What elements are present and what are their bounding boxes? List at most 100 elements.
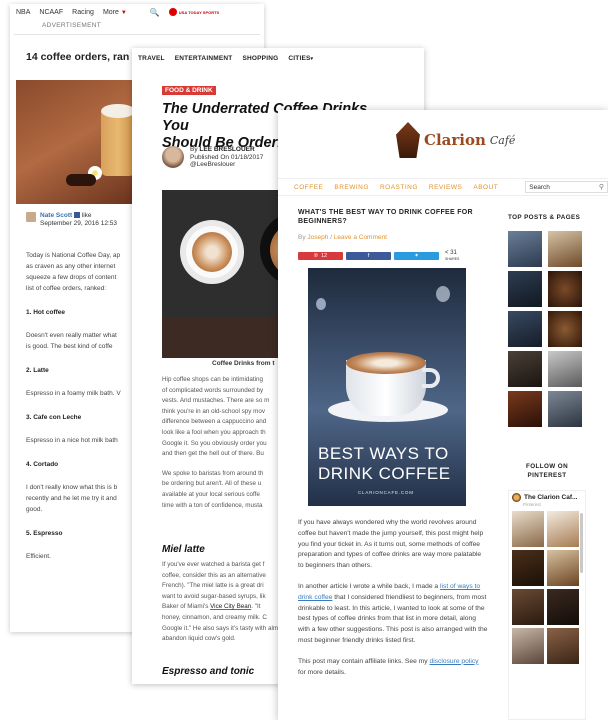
- menu-item-roasting[interactable]: ROASTING: [380, 184, 418, 191]
- article-body: Hip coffee shops can be intimidating of …: [162, 375, 282, 511]
- menu-item-coffee[interactable]: COFFEE: [294, 184, 323, 191]
- logo-name: Clarion: [424, 131, 486, 149]
- post-thumbnail[interactable]: [548, 391, 582, 427]
- hero-image-best-ways: BEST WAYS TO DRINK COFFEE CLARIONCAFE.CO…: [308, 268, 466, 506]
- nav-item-more[interactable]: More ▼: [103, 9, 127, 16]
- top-posts-grid: [508, 231, 586, 427]
- section-heading: Espresso and tonic: [162, 666, 255, 677]
- vice-city-bean-link[interactable]: Vice City Bean: [210, 603, 251, 610]
- coffee-glass: [101, 110, 135, 176]
- post-thumbnail[interactable]: [508, 311, 542, 347]
- bokeh-light: [436, 286, 450, 302]
- share-count: < 31 SHARES: [445, 250, 459, 262]
- pinterest-widget[interactable]: The Clarion Caf... Pinterest: [508, 490, 586, 720]
- like-label[interactable]: like: [82, 212, 92, 219]
- pinterest-profile-name: The Clarion Caf...: [524, 494, 578, 501]
- text-line: of complicated words surrounded by: [162, 386, 264, 394]
- heading-line: PINTEREST: [527, 472, 567, 479]
- image-caption: Coffee Drinks from t: [212, 360, 275, 367]
- text-line: difference between a cappuccino and: [162, 418, 267, 426]
- nav-item-cities[interactable]: CITIES▾: [288, 55, 313, 62]
- search-icon[interactable]: 🔍: [150, 8, 160, 17]
- paragraph: If you have always wondered why the worl…: [298, 519, 484, 570]
- post-thumbnail[interactable]: [548, 311, 582, 347]
- post-thumbnail[interactable]: [508, 391, 542, 427]
- by-label: By: [190, 146, 198, 153]
- pinterest-share-button[interactable]: ℗ 12: [298, 252, 343, 260]
- heading-line: FOLLOW ON: [525, 463, 569, 470]
- category-badge[interactable]: FOOD & DRINK: [162, 86, 216, 95]
- post-thumbnail[interactable]: [548, 231, 582, 267]
- pin-tile[interactable]: [512, 628, 544, 664]
- chevron-down-icon: ▾: [310, 55, 314, 62]
- article-body: If you have always wondered why the worl…: [298, 518, 488, 678]
- main-menu: COFFEE BREWING ROASTING REVIEWS ABOUT Se…: [278, 178, 608, 196]
- nav-item-shopping[interactable]: SHOPPING: [242, 55, 278, 62]
- text-line: abandon liquid cow's gold.: [162, 635, 236, 643]
- menu-item-brewing[interactable]: BREWING: [334, 184, 369, 191]
- pin-tile[interactable]: [512, 550, 544, 586]
- post-title: WHAT'S THE BEST WAY TO DRINK COFFEE FOR …: [298, 209, 473, 225]
- share-bar: ℗ 12 f ✦ < 31 SHARES: [298, 250, 459, 262]
- hero-url: CLARIONCAFE.COM: [358, 490, 414, 495]
- widget-scrollbar[interactable]: [580, 513, 583, 573]
- post-thumbnail[interactable]: [508, 231, 542, 267]
- search-input[interactable]: Search ⚲: [525, 181, 608, 193]
- pinterest-heading: FOLLOW ON PINTEREST: [508, 462, 586, 480]
- pin-tile[interactable]: [512, 511, 544, 547]
- site-logo[interactable]: USA TODAY SPORTS: [168, 8, 219, 16]
- post-thumbnail[interactable]: [508, 271, 542, 307]
- pin-tile[interactable]: [547, 511, 579, 547]
- text-fragment: Baker of Miami's: [162, 603, 211, 611]
- search-placeholder: Search: [529, 183, 550, 191]
- search-icon[interactable]: ⚲: [599, 183, 604, 191]
- menu-item-about[interactable]: ABOUT: [473, 184, 498, 191]
- twitter-icon: ✦: [414, 253, 419, 259]
- author-byline: By LEE BRESLOUER Published On 01/18/2017…: [162, 146, 263, 169]
- post-thumbnail[interactable]: [548, 271, 582, 307]
- chevron-down-icon: ▼: [120, 9, 127, 16]
- menu-item-reviews[interactable]: REVIEWS: [429, 184, 462, 191]
- text-fragment: that I considered friendliest to beginne…: [298, 593, 488, 644]
- facebook-icon[interactable]: [73, 212, 80, 218]
- author-byline: Nate Scott like September 29, 2016 12:53: [26, 212, 117, 228]
- leave-comment-link[interactable]: Leave a Comment: [334, 234, 387, 241]
- pin-count: 12: [320, 253, 328, 259]
- text-line: time with a ton of confidence, musta: [162, 501, 263, 509]
- post-thumbnail[interactable]: [548, 351, 582, 387]
- facebook-share-button[interactable]: f: [346, 252, 391, 260]
- shares-label: SHARES: [445, 257, 460, 261]
- pin-tile[interactable]: [547, 589, 579, 625]
- text-line: coffee, consider this as an alternative: [162, 571, 266, 579]
- nav-item-ncaaf[interactable]: NCAAF: [39, 9, 63, 16]
- post-thumbnail[interactable]: [508, 351, 542, 387]
- text-line: Baker of Miami's Vice City Bean. "It: [162, 602, 282, 613]
- nav-item-nba[interactable]: NBA: [16, 9, 30, 16]
- twitter-share-button[interactable]: ✦: [394, 252, 439, 260]
- logo-emblem-icon: [396, 122, 420, 158]
- site-logo[interactable]: Clarion Café: [396, 122, 515, 158]
- latte-art: [346, 352, 426, 374]
- nav-cities-label: CITIES: [288, 54, 311, 62]
- text-line: Hip coffee shops can be intimidating: [162, 376, 264, 383]
- pin-tile[interactable]: [547, 550, 579, 586]
- author-meta: Nate Scott like September 29, 2016 12:53: [40, 212, 117, 228]
- twitter-handle[interactable]: @LeeBreslouer: [190, 161, 235, 168]
- hero-caption: BEST WAYS TO: [318, 444, 449, 463]
- text-line: think you're in an old-school spy mov: [162, 407, 266, 415]
- text-line: honey, cinnamon, and creamy milk. C: [162, 613, 267, 621]
- disclosure-policy-link[interactable]: disclosure policy: [429, 658, 478, 665]
- pin-tile[interactable]: [547, 628, 579, 664]
- text-fragment: In another article I wrote a while back,…: [298, 582, 440, 590]
- author-name-link[interactable]: LEE BRESLOUER: [199, 146, 254, 153]
- logo-circle-icon: [168, 8, 177, 16]
- article-page-clarion-cafe: Clarion Café COFFEE BREWING ROASTING REV…: [278, 110, 608, 720]
- nav-item-travel[interactable]: TRAVEL: [138, 55, 165, 62]
- nav-item-racing[interactable]: Racing: [72, 9, 94, 16]
- share-total: 31: [450, 250, 457, 256]
- pin-tile[interactable]: [512, 589, 544, 625]
- author-link[interactable]: Joseph: [307, 234, 328, 241]
- by-label: By: [298, 234, 306, 241]
- nav-item-entertainment[interactable]: ENTERTAINMENT: [175, 55, 233, 62]
- author-name-link[interactable]: Nate Scott: [40, 212, 72, 219]
